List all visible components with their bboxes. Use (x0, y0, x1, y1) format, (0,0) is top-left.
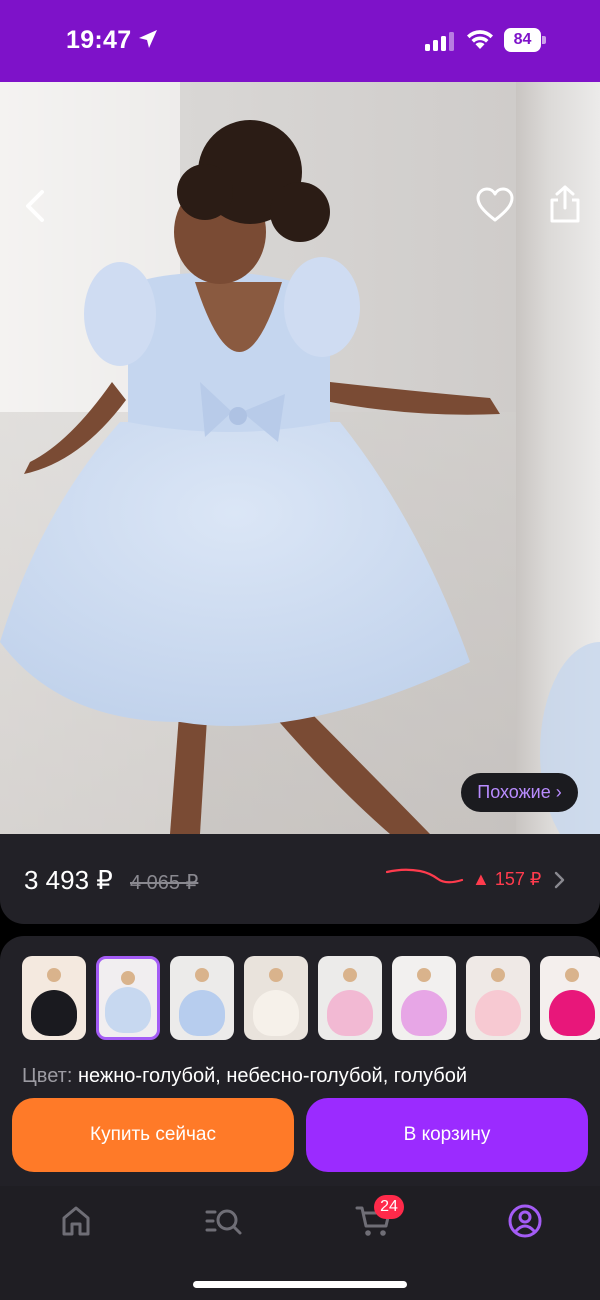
color-variant-thumbnail[interactable] (392, 956, 456, 1040)
similar-products-button[interactable]: Похожие › (461, 773, 578, 812)
share-icon[interactable] (548, 184, 582, 224)
favorite-heart-icon[interactable] (476, 187, 514, 223)
product-photo (0, 82, 516, 834)
color-variant-thumbnail[interactable] (466, 956, 530, 1040)
price-card[interactable]: 3 493 ₽ 4 065 ₽ ▲ 157 ₽ (0, 834, 600, 924)
current-price: 3 493 ₽ (24, 865, 113, 895)
signal-icon (425, 32, 454, 51)
price-change: ▲ 157 ₽ (472, 869, 542, 889)
battery-icon: 84 (504, 28, 546, 52)
color-variant-thumbnail[interactable] (96, 956, 160, 1040)
back-icon[interactable] (20, 186, 50, 226)
wifi-icon (467, 30, 493, 49)
location-arrow-icon (139, 30, 157, 48)
color-variant-thumbnail[interactable] (170, 956, 234, 1040)
price-trend-sparkline (386, 868, 464, 884)
profile-icon[interactable] (505, 1202, 545, 1240)
color-label: Цвет: (22, 1065, 73, 1087)
color-variant-thumbnail[interactable] (22, 956, 86, 1040)
home-indicator (193, 1281, 407, 1288)
color-variant-thumbnail[interactable] (540, 956, 600, 1040)
product-image-gallery[interactable] (0, 82, 600, 834)
color-variant-thumbnail[interactable] (244, 956, 308, 1040)
cart-count-badge: 24 (374, 1195, 404, 1219)
color-variant-thumbnail[interactable] (318, 956, 382, 1040)
status-bar: 19:47 84 (0, 0, 600, 82)
home-icon[interactable] (56, 1202, 96, 1240)
chevron-right-icon[interactable] (553, 870, 567, 890)
color-variant-thumbnails (22, 956, 600, 1040)
status-time: 19:47 (66, 26, 132, 54)
buy-now-button[interactable]: Купить сейчас (12, 1098, 294, 1172)
color-line: Цвет: нежно-голубой, небесно-голубой, го… (22, 1065, 467, 1088)
old-price: 4 065 ₽ (130, 872, 199, 894)
battery-level: 84 (504, 28, 541, 52)
color-value: нежно-голубой, небесно-голубой, голубой (77, 1065, 467, 1087)
catalog-search-icon[interactable] (204, 1202, 244, 1240)
add-to-cart-button[interactable]: В корзину (306, 1098, 588, 1172)
